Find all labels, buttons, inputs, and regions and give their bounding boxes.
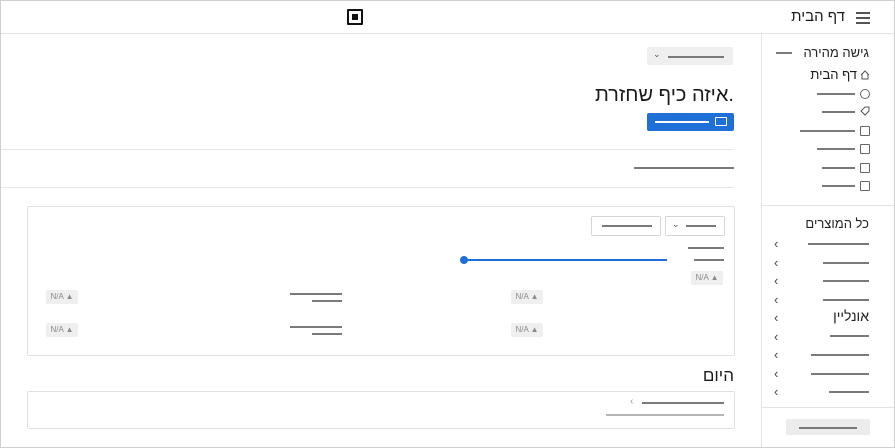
chevron-left-icon[interactable]: ‹ — [774, 273, 778, 288]
metrics-card: ⌄ N/A ▲ N/A ▲ N/A ▲ N/A ▲ N/A ▲ — [27, 206, 735, 356]
sidebar: גישה מהירה דף הבית כל המוצרים ‹ ‹ ‹ ‹ ‹ … — [761, 34, 894, 447]
primary-action-button[interactable] — [647, 113, 734, 131]
sidebar-item-tag[interactable] — [762, 104, 894, 120]
sidebar-footer-button[interactable] — [786, 419, 870, 435]
invoice-icon — [860, 144, 870, 154]
sidebar-item-dollar[interactable] — [762, 123, 894, 139]
sidebar-divider — [762, 205, 894, 206]
chevron-left-icon[interactable]: ‹ — [774, 347, 778, 362]
na-badge: N/A ▲ — [46, 323, 78, 337]
product-item-label — [823, 280, 869, 282]
product-item-label — [808, 243, 869, 245]
sidebar-item-placeholder-label — [800, 130, 855, 132]
sidebar-item-invoice[interactable] — [762, 141, 894, 157]
sidebar-item-placeholder-label — [817, 148, 855, 150]
na-badge: N/A ▲ — [511, 290, 543, 304]
select-value-placeholder — [668, 56, 724, 58]
main-content: ⌄ .איזה כיף שחזרת ⌄ N/A ▲ N/A ▲ N/A ▲ N/… — [1, 34, 761, 447]
cash-icon — [715, 117, 727, 126]
na-badge: N/A ▲ — [46, 290, 78, 304]
sidebar-item-cash[interactable] — [762, 178, 894, 194]
top-bar: דף הבית — [1, 1, 894, 34]
square-logo-icon[interactable] — [347, 9, 363, 25]
metric-slider-handle[interactable] — [460, 256, 468, 264]
chevron-left-icon[interactable]: ‹ — [630, 396, 633, 407]
chevron-left-icon[interactable]: ‹ — [774, 236, 778, 251]
product-item-label — [811, 354, 869, 356]
metric-label-placeholder — [312, 300, 342, 302]
product-item-label — [823, 299, 869, 301]
sidebar-item-chart[interactable] — [762, 160, 894, 176]
sidebar-item-globe[interactable] — [762, 86, 894, 102]
location-select[interactable]: ⌄ — [647, 47, 733, 65]
app-window: דף הבית גישה מהירה דף הבית כל המוצרים ‹ … — [0, 0, 895, 448]
chevron-left-icon[interactable]: ‹ — [774, 329, 778, 344]
metric-label-placeholder — [290, 293, 342, 295]
select-value-placeholder — [686, 225, 716, 227]
sidebar-item-placeholder-label — [822, 185, 855, 187]
welcome-headline: .איזה כיף שחזרת — [594, 84, 734, 106]
sidebar-item-home-label: דף הבית — [810, 67, 857, 82]
product-item-label — [823, 262, 869, 264]
cash-icon — [860, 181, 870, 191]
globe-icon — [860, 89, 870, 99]
metric-progress-track — [465, 259, 667, 261]
period-select[interactable]: ⌄ — [665, 216, 725, 236]
today-item-sublabel — [606, 414, 724, 416]
compare-select[interactable] — [591, 216, 661, 236]
chevron-down-icon: ⌄ — [653, 49, 661, 59]
quick-access-heading: גישה מהירה — [803, 45, 869, 60]
na-badge: N/A ▲ — [691, 271, 723, 285]
all-products-heading: כל המוצרים — [805, 216, 869, 231]
page-title: דף הבית — [791, 8, 845, 25]
button-label-placeholder — [655, 121, 709, 123]
select-value-placeholder — [602, 225, 652, 227]
metric-label-placeholder — [694, 259, 724, 261]
button-label-placeholder — [799, 427, 857, 429]
section-divider — [1, 149, 734, 150]
chevron-down-icon: ⌄ — [672, 219, 680, 229]
product-item-label — [811, 373, 869, 375]
sidebar-item-placeholder-label — [822, 111, 855, 113]
sidebar-item-home[interactable]: דף הבית — [762, 67, 894, 84]
metric-label-placeholder — [312, 333, 342, 335]
section-divider — [1, 187, 734, 188]
quick-access-toggle[interactable] — [776, 52, 792, 54]
product-item-label — [830, 335, 869, 337]
today-card[interactable]: ‹ — [27, 391, 735, 429]
sidebar-item-placeholder-label — [822, 167, 855, 169]
sidebar-item-placeholder-label — [817, 93, 855, 95]
metric-label-placeholder — [688, 247, 724, 249]
metric-label-placeholder — [290, 326, 342, 328]
sidebar-divider — [762, 407, 894, 408]
section-title-placeholder — [634, 167, 734, 169]
chevron-left-icon[interactable]: ‹ — [774, 292, 778, 307]
chevron-left-icon[interactable]: ‹ — [774, 310, 778, 325]
today-heading: היום — [702, 366, 734, 385]
chevron-left-icon[interactable]: ‹ — [774, 366, 778, 381]
na-badge: N/A ▲ — [511, 323, 543, 337]
tag-icon — [860, 106, 870, 116]
dollar-icon — [860, 126, 870, 136]
hamburger-menu-icon[interactable] — [856, 12, 870, 24]
chart-icon — [860, 163, 870, 173]
today-item-label — [642, 402, 724, 404]
chevron-left-icon[interactable]: ‹ — [774, 255, 778, 270]
sidebar-item-online[interactable]: אונליין — [833, 308, 869, 324]
product-item-label — [829, 391, 869, 393]
chevron-left-icon[interactable]: ‹ — [774, 384, 778, 399]
home-icon — [860, 70, 870, 80]
